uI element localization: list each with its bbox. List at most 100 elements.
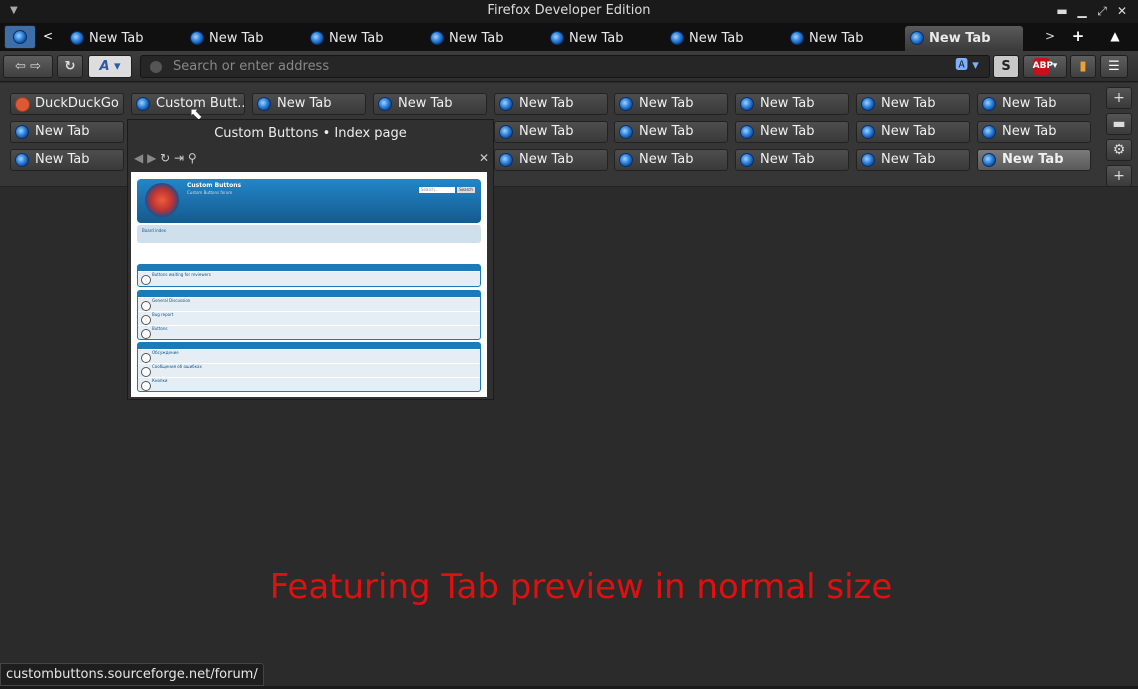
firefox-icon (310, 31, 324, 45)
search-icon[interactable]: ⚲ (188, 151, 197, 165)
status-bar: custombuttons.sourceforge.net/forum/ (0, 663, 264, 686)
firefox-icon (619, 97, 633, 111)
maximize-icon[interactable]: ⤢ (1092, 0, 1112, 23)
tile[interactable]: New Tab (494, 149, 608, 171)
new-tab-button[interactable]: + (1106, 165, 1132, 187)
new-tab-icon[interactable]: + (1068, 25, 1088, 48)
tile[interactable]: New Tab (735, 149, 849, 171)
forward-icon: ⇨ (30, 59, 41, 74)
text-style-button[interactable]: A ▾ (88, 55, 132, 78)
forum-section: Buttons waiting for reviewers (137, 264, 481, 287)
tile[interactable]: New Tab (856, 121, 970, 143)
tab-active[interactable]: New Tab (905, 26, 1023, 51)
firefox-icon (982, 125, 996, 139)
tab[interactable]: New Tab (785, 26, 864, 51)
tile[interactable]: New Tab (856, 149, 970, 171)
preview-title: Custom Buttons • Index page (214, 126, 407, 141)
caption: Featuring Tab preview in normal size (269, 567, 893, 607)
reload-button[interactable]: ↻ (57, 55, 83, 78)
close-icon[interactable]: ✕ (479, 151, 489, 165)
adblock-button[interactable]: ABP ▾ (1023, 55, 1067, 78)
scroll-left-icon[interactable]: < (38, 25, 58, 48)
firefox-icon (740, 125, 754, 139)
firefox-icon (910, 31, 924, 45)
back-icon[interactable]: ◀ (134, 151, 143, 165)
add-button[interactable]: + (1106, 87, 1132, 109)
tab-preview-popup: Custom Buttons • Index page ◀ ▶ ↻ ⇥ ⚲ ✕ … (127, 119, 494, 400)
tab-bar: < New Tab New Tab New Tab New Tab New Ta… (0, 23, 1138, 51)
firefox-icon (861, 153, 875, 167)
tile[interactable]: New Tab (614, 149, 728, 171)
tab[interactable]: New Tab (65, 26, 144, 51)
shade-icon[interactable]: ▁ (1072, 0, 1092, 23)
firefox-icon (70, 31, 84, 45)
tile[interactable]: New Tab (614, 121, 728, 143)
back-icon: ⇦ (15, 59, 26, 74)
tile[interactable]: New Tab (977, 121, 1091, 143)
duckduckgo-icon (15, 97, 30, 112)
firefox-icon (982, 97, 996, 111)
tile[interactable]: New Tab (614, 93, 728, 115)
firefox-icon (190, 31, 204, 45)
tile[interactable]: New Tab (10, 121, 124, 143)
firefox-icon (861, 125, 875, 139)
forum-breadcrumb: Board index (137, 225, 481, 243)
page-thumbnail[interactable]: Custom Buttons Custom Buttons forum Sear… (131, 172, 487, 397)
stylish-icon: S (1001, 59, 1011, 74)
tile[interactable]: New Tab (10, 149, 124, 171)
firefox-icon (15, 125, 29, 139)
tab[interactable]: New Tab (545, 26, 624, 51)
forum-section: General Discussion Bug report Buttons (137, 290, 481, 340)
firefox-icon (790, 31, 804, 45)
address-bar[interactable]: Search or enter address (140, 55, 990, 78)
plus-icon: + (1113, 90, 1125, 106)
tile[interactable]: New Tab (494, 121, 608, 143)
hamburger-icon: ☰ (1108, 59, 1120, 74)
firefox-icon (670, 31, 684, 45)
stylish-button[interactable]: S (993, 55, 1019, 78)
pin-icon[interactable]: ⇥ (174, 151, 184, 165)
firefox-icon (861, 97, 875, 111)
translate-button[interactable]: 🅰 ▾ (950, 55, 984, 78)
tile[interactable]: New Tab (373, 93, 487, 115)
firefox-icon (15, 153, 29, 167)
tab[interactable]: New Tab (185, 26, 264, 51)
firefox-menu-button[interactable] (4, 25, 36, 49)
preview-toolbar: ◀ ▶ ↻ ⇥ ⚲ ✕ (134, 151, 489, 167)
tab[interactable]: New Tab (665, 26, 744, 51)
menu-button[interactable]: ☰ (1100, 55, 1128, 78)
adblock-icon: ABP (1032, 58, 1053, 75)
font-icon: A ▾ (99, 59, 121, 74)
reload-icon[interactable]: ↻ (160, 151, 170, 165)
translate-icon: 🅰 ▾ (955, 58, 979, 73)
firefox-icon (740, 97, 754, 111)
tile[interactable]: New Tab (494, 93, 608, 115)
tile[interactable]: New Tab (977, 93, 1091, 115)
tile[interactable]: New Tab (856, 93, 970, 115)
bookmarks-button[interactable]: ▮ (1070, 55, 1096, 78)
forward-icon[interactable]: ▶ (147, 151, 156, 165)
title-bar: ▼ Firefox Developer Edition (0, 0, 1138, 23)
firefox-icon (740, 153, 754, 167)
close-icon[interactable]: ✕ (1112, 0, 1132, 23)
navigation-bar: ⇦ ⇨ ↻ A ▾ Search or enter address 🅰 ▾ S … (0, 51, 1138, 82)
tab-groups-icon[interactable]: ▲ (1105, 25, 1125, 48)
scroll-right-icon[interactable]: > (1040, 25, 1060, 48)
tile[interactable]: New Tab (735, 121, 849, 143)
tile[interactable]: New Tab (735, 93, 849, 115)
firefox-icon (430, 31, 444, 45)
window-menu-icon[interactable]: ▼ (10, 0, 18, 22)
back-forward-button[interactable]: ⇦ ⇨ (3, 55, 53, 78)
forum-banner: Custom Buttons Custom Buttons forum Sear… (137, 179, 481, 223)
tab[interactable]: New Tab (425, 26, 504, 51)
forum-section: Обсуждение Сообщения об ошибках Кнопки (137, 342, 481, 392)
tile-selected[interactable]: New Tab (977, 149, 1091, 171)
tile[interactable]: New Tab (252, 93, 366, 115)
window-title: Firefox Developer Edition (487, 3, 651, 18)
settings-button[interactable]: ⚙ (1106, 139, 1132, 161)
minimize-icon[interactable]: ▬ (1052, 0, 1072, 23)
firefox-icon (550, 31, 564, 45)
tile-duckduckgo[interactable]: DuckDuckGo (10, 93, 124, 115)
tab-list-button[interactable]: ▬ (1106, 113, 1132, 135)
tab[interactable]: New Tab (305, 26, 384, 51)
